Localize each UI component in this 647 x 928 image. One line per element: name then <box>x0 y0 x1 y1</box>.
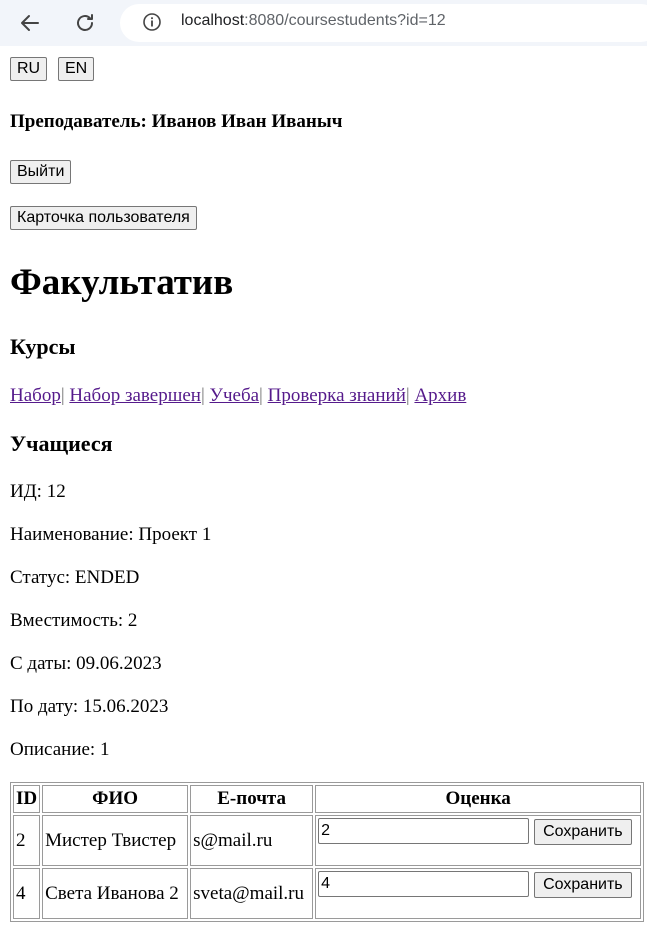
course-nav: Набор| Набор завершен| Учеба| Проверка з… <box>10 385 466 407</box>
course-link-study[interactable]: Учеба <box>210 385 260 406</box>
grade-cell: 4 Сохранить <box>315 868 642 919</box>
course-status: Статус: ENDED <box>10 567 140 588</box>
reload-icon[interactable] <box>71 9 99 37</box>
save-grade-button[interactable]: Сохранить <box>534 819 632 845</box>
course-start-date: С даты: 09.06.2023 <box>10 653 162 674</box>
course-capacity: Вместимость: 2 <box>10 610 138 631</box>
separator: | <box>200 385 210 406</box>
separator: | <box>259 385 268 406</box>
url-path: :8080/coursestudents?id=12 <box>244 12 446 29</box>
student-name: Мистер Твистер <box>42 815 189 866</box>
course-link-archive[interactable]: Архив <box>414 385 466 406</box>
course-id: ИД: 12 <box>10 481 66 502</box>
course-name: Наименование: Проект 1 <box>10 524 212 545</box>
table-header-row: ID ФИО Е-почта Оценка <box>13 785 642 813</box>
profile-button[interactable]: Карточка пользователя <box>10 206 197 230</box>
student-email: s@mail.ru <box>190 815 314 866</box>
course-link-knowledge-check[interactable]: Проверка знаний <box>268 385 406 406</box>
url-text[interactable]: localhost:8080/coursestudents?id=12 <box>181 12 446 30</box>
site-info-icon[interactable] <box>142 12 162 32</box>
save-grade-button[interactable]: Сохранить <box>534 872 632 898</box>
page-title: Факультатив <box>10 262 234 303</box>
logout-button[interactable]: Выйти <box>10 160 72 184</box>
lang-en-button[interactable]: EN <box>58 57 95 81</box>
course-link-recruitment[interactable]: Набор <box>10 385 61 406</box>
grade-input[interactable]: 4 <box>318 871 530 897</box>
column-header-name: ФИО <box>42 785 189 813</box>
column-header-email: Е-почта <box>190 785 314 813</box>
course-link-recruitment-complete[interactable]: Набор завершен <box>69 385 201 406</box>
table-row: 2 Мистер Твистер s@mail.ru 2 Сохранить <box>13 815 642 866</box>
courses-heading: Курсы <box>10 334 76 359</box>
students-table: ID ФИО Е-почта Оценка 2 Мистер Твистер s… <box>10 782 645 922</box>
course-description: Описание: 1 <box>10 739 110 760</box>
back-icon[interactable] <box>16 9 44 37</box>
column-header-grade: Оценка <box>315 785 642 813</box>
table-row: 4 Света Иванова 2 sveta@mail.ru 4 Сохран… <box>13 868 642 919</box>
students-heading: Учащиеся <box>10 431 113 456</box>
column-header-id: ID <box>13 785 41 813</box>
grade-cell: 2 Сохранить <box>315 815 642 866</box>
teacher-name: Преподаватель: Иванов Иван Иваныч <box>10 111 343 132</box>
student-name: Света Иванова 2 <box>42 868 189 919</box>
lang-ru-button[interactable]: RU <box>10 57 48 81</box>
browser-toolbar: localhost:8080/coursestudents?id=12 <box>0 0 647 46</box>
student-id: 4 <box>13 868 41 919</box>
course-end-date: По дату: 15.06.2023 <box>10 696 169 717</box>
url-host: localhost <box>181 12 245 29</box>
student-email: sveta@mail.ru <box>190 868 314 919</box>
student-id: 2 <box>13 815 41 866</box>
grade-input[interactable]: 2 <box>318 818 530 844</box>
